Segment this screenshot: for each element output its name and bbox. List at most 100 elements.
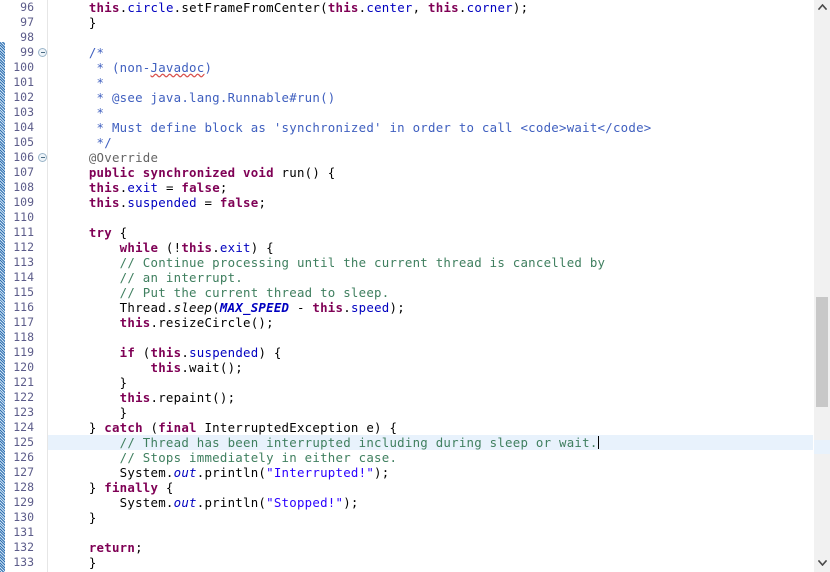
line-number[interactable]: 97 [0, 15, 48, 30]
line-number[interactable]: 109 [0, 195, 48, 210]
chevron-down-icon[interactable] [814, 556, 830, 572]
line-number[interactable]: 116 [0, 300, 48, 315]
line-number[interactable]: 106 [0, 150, 48, 165]
line-number[interactable]: 105 [0, 135, 48, 150]
code-token: ; [258, 195, 267, 210]
line-number[interactable]: 129 [0, 495, 48, 510]
line-number[interactable]: 124 [0, 420, 48, 435]
line-number[interactable]: 98 [0, 30, 48, 45]
code-token: (! [158, 240, 182, 255]
line-number[interactable]: 96 [0, 0, 48, 15]
line-number[interactable]: 101 [0, 75, 48, 90]
code-line[interactable] [48, 30, 830, 45]
line-number[interactable]: 111 [0, 225, 48, 240]
vertical-scrollbar[interactable] [813, 0, 830, 572]
code-line[interactable]: } [48, 510, 830, 525]
code-line[interactable]: /* [48, 45, 830, 60]
code-token: public synchronized void [88, 165, 274, 180]
code-line[interactable]: // Continue processing until the current… [48, 255, 830, 270]
line-number[interactable]: 110 [0, 210, 48, 225]
code-token: speed [350, 300, 390, 315]
code-token: . [343, 300, 351, 315]
line-number[interactable]: 113 [0, 255, 48, 270]
code-line[interactable]: // Stops immediately in either case. [48, 450, 830, 465]
code-line[interactable] [48, 330, 830, 345]
code-token: // Continue processing until the current… [119, 255, 606, 270]
code-token: this [428, 0, 459, 15]
line-number[interactable]: 130 [0, 510, 48, 525]
code-line[interactable]: this.exit = false; [48, 180, 830, 195]
code-line[interactable]: * [48, 75, 830, 90]
code-line[interactable] [48, 210, 830, 225]
code-line[interactable]: * @see java.lang.Runnable#run() [48, 90, 830, 105]
line-number[interactable]: 125 [0, 435, 48, 450]
line-number[interactable]: 121 [0, 375, 48, 390]
line-number[interactable]: 133 [0, 555, 48, 570]
line-number[interactable]: 108 [0, 180, 48, 195]
code-token: ); [389, 300, 405, 315]
code-token: out [173, 495, 197, 510]
code-line[interactable]: @Override [48, 150, 830, 165]
code-line[interactable] [48, 525, 830, 540]
line-number[interactable]: 103 [0, 105, 48, 120]
code-line[interactable]: this.repaint(); [48, 390, 830, 405]
code-line[interactable]: // Put the current thread to sleep. [48, 285, 830, 300]
code-line[interactable]: } [48, 405, 830, 420]
line-number[interactable]: 99 [0, 45, 48, 60]
collapse-minus-icon[interactable] [38, 153, 47, 162]
line-number[interactable]: 119 [0, 345, 48, 360]
code-line[interactable]: if (this.suspended) { [48, 345, 830, 360]
line-number[interactable]: 114 [0, 270, 48, 285]
code-editor[interactable]: 96 97 98 99 100 101 102 103 104 105 106 107 108 109 11… [0, 0, 830, 572]
code-line[interactable]: this.circle.setFrameFromCenter(this.cent… [48, 0, 830, 15]
code-line[interactable]: } catch (final InterruptedException e) { [48, 420, 830, 435]
chevron-up-icon[interactable] [814, 0, 830, 16]
code-line[interactable]: // an interrupt. [48, 270, 830, 285]
code-line[interactable]: return; [48, 540, 830, 555]
line-number[interactable]: 100 [0, 60, 48, 75]
code-line[interactable]: this.resizeCircle(); [48, 315, 830, 330]
code-line[interactable]: * [48, 105, 830, 120]
collapse-minus-icon[interactable] [38, 48, 47, 57]
code-line[interactable]: } [48, 15, 830, 30]
line-number[interactable]: 102 [0, 90, 48, 105]
line-number-gutter[interactable]: 96 97 98 99 100 101 102 103 104 105 106 107 108 109 11… [0, 0, 48, 572]
code-line[interactable]: while (!this.exit) { [48, 240, 830, 255]
code-text-area[interactable]: this.circle.setFrameFromCenter(this.cent… [48, 0, 830, 572]
code-line[interactable]: System.out.println("Interrupted!"); [48, 465, 830, 480]
scrollbar-thumb[interactable] [816, 297, 828, 407]
line-number[interactable]: 104 [0, 120, 48, 135]
code-token: } [58, 480, 105, 495]
code-line[interactable]: } [48, 375, 830, 390]
line-number[interactable]: 122 [0, 390, 48, 405]
code-line[interactable]: * Must define block as 'synchronized' in… [48, 120, 830, 135]
code-line[interactable]: } [48, 555, 830, 570]
line-number[interactable]: 128 [0, 480, 48, 495]
line-number[interactable]: 112 [0, 240, 48, 255]
line-number[interactable]: 115 [0, 285, 48, 300]
code-line[interactable]: */ [48, 135, 830, 150]
line-number[interactable]: 126 [0, 450, 48, 465]
code-line[interactable]: this.suspended = false; [48, 195, 830, 210]
code-line[interactable]: } finally { [48, 480, 830, 495]
line-number[interactable]: 117 [0, 315, 48, 330]
code-line-current[interactable]: // Thread has been interrupted including… [48, 435, 830, 450]
line-number[interactable]: 107 [0, 165, 48, 180]
code-line[interactable]: Thread.sleep(MAX_SPEED - this.speed); [48, 300, 830, 315]
code-line[interactable]: System.out.println("Stopped!"); [48, 495, 830, 510]
line-number[interactable]: 118 [0, 330, 48, 345]
code-line[interactable]: * (non-Javadoc) [48, 60, 830, 75]
line-number[interactable]: 120 [0, 360, 48, 375]
line-number[interactable]: 123 [0, 405, 48, 420]
text-caret [598, 436, 599, 449]
code-token: . [181, 345, 190, 360]
line-number[interactable]: 127 [0, 465, 48, 480]
code-line[interactable]: try { [48, 225, 830, 240]
code-line[interactable]: public synchronized void run() { [48, 165, 830, 180]
code-token: center [366, 0, 413, 15]
line-number[interactable]: 132 [0, 540, 48, 555]
line-number[interactable]: 131 [0, 525, 48, 540]
code-line[interactable]: this.wait(); [48, 360, 830, 375]
